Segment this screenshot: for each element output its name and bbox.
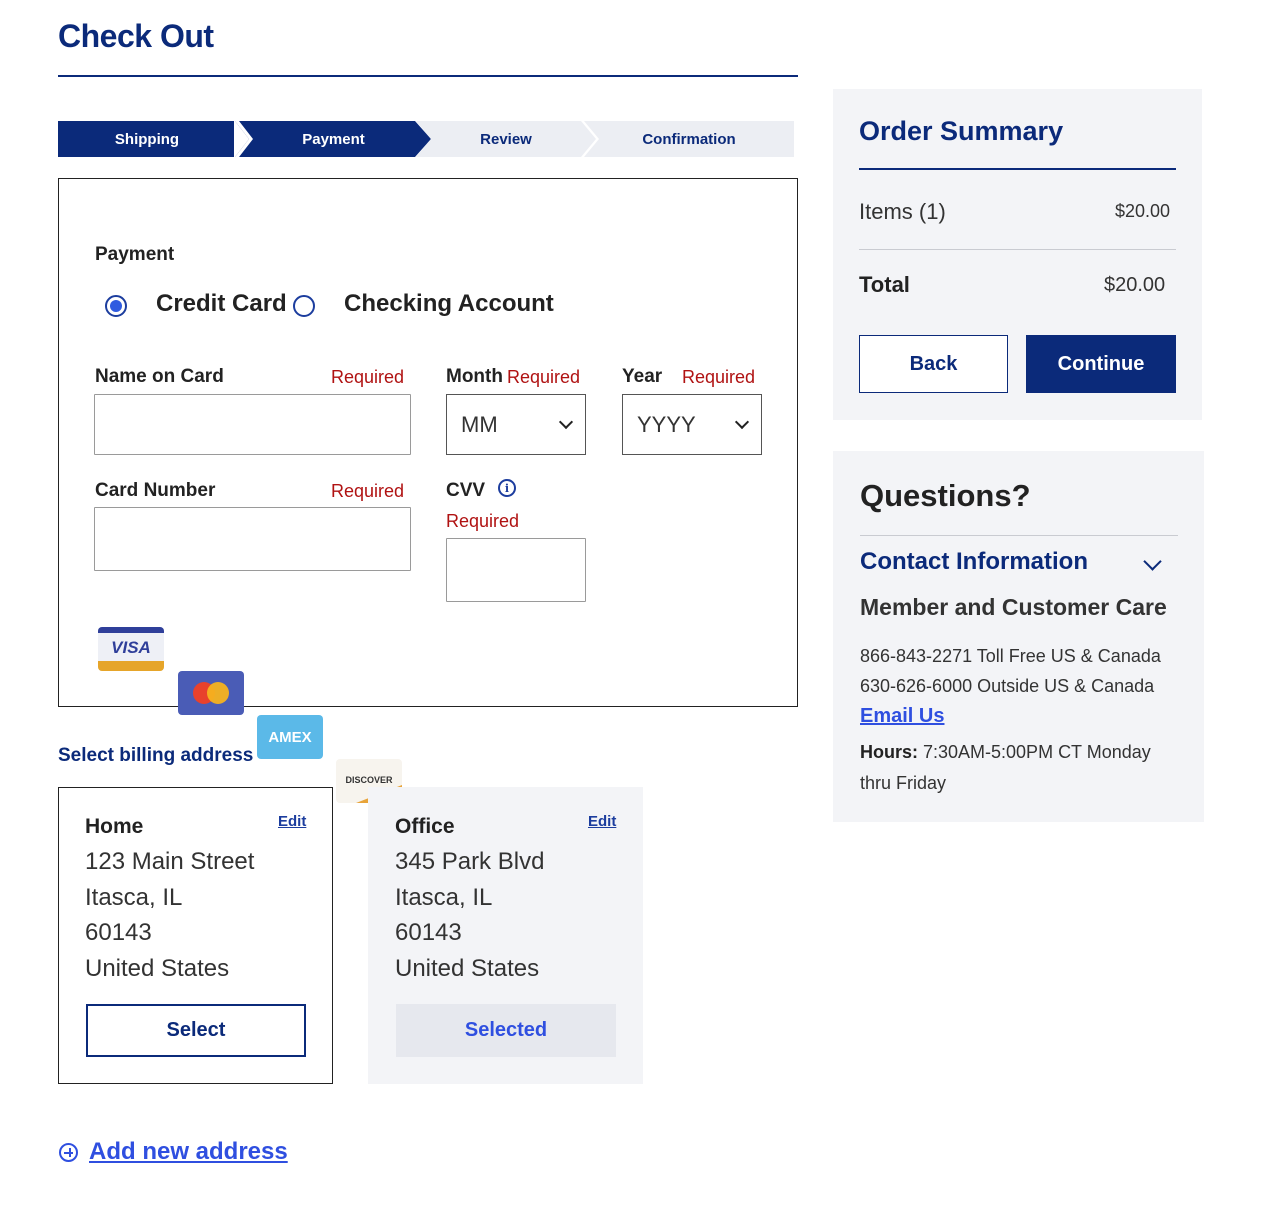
address-line: United States [395, 954, 540, 982]
amex-card-icon: AMEX [257, 715, 323, 759]
address-line: Itasca, IL [85, 883, 183, 911]
year-label: Year [622, 366, 663, 387]
step-confirmation[interactable]: Confirmation [584, 121, 794, 157]
payment-method-checking[interactable] [293, 295, 315, 317]
total-value: $20.00 [1104, 274, 1166, 296]
step-review[interactable]: Review [416, 121, 596, 157]
discover-text: DISCOVER [345, 775, 393, 785]
address-name: Home [85, 815, 144, 838]
credit-card-label[interactable]: Credit Card [156, 290, 287, 318]
month-select-value: MM [461, 411, 498, 437]
phone-outside-us: 630-626-6000 Outside US & Canada [860, 676, 1155, 696]
address-line: Itasca, IL [395, 883, 493, 911]
phone-toll-free: 866-843-2271 Toll Free US & Canada [860, 646, 1161, 666]
credit-card-radio[interactable] [105, 295, 127, 317]
customer-care-title: Member and Customer Care [860, 594, 1167, 620]
edit-address-link[interactable]: Edit [278, 813, 306, 830]
step-payment[interactable]: Payment [235, 121, 432, 157]
amex-text: AMEX [268, 728, 312, 746]
continue-button[interactable]: Continue [1026, 335, 1176, 393]
card-number-required: Required [331, 481, 405, 501]
card-number-input[interactable] [94, 507, 411, 571]
items-value: $20.00 [1115, 201, 1171, 221]
mastercard-circles [193, 682, 229, 704]
add-new-address-label[interactable]: Add new address [89, 1138, 288, 1166]
email-us-link[interactable]: Email Us [860, 705, 944, 728]
chevron-down-icon [734, 414, 750, 429]
step-label: Review [480, 130, 532, 148]
step-label: Payment [302, 130, 365, 148]
items-label: Items (1) [859, 199, 946, 224]
address-lines: 345 Park Blvd Itasca, IL 60143 United St… [395, 844, 544, 986]
plus-circle-icon [59, 1142, 78, 1162]
checking-account-label[interactable]: Checking Account [344, 290, 554, 318]
title-divider [58, 75, 798, 77]
hours-text: Hours: 7:30AM-5:00PM CT Monday thru Frid… [860, 737, 1180, 799]
year-select[interactable]: YYYY [622, 394, 762, 455]
card-number-label: Card Number [95, 480, 216, 501]
address-lines: 123 Main Street Itasca, IL 60143 United … [85, 844, 254, 986]
name-on-card-label: Name on Card [95, 366, 224, 387]
month-label: Month [446, 366, 503, 387]
address-line: 123 Main Street [85, 848, 255, 875]
name-on-card-input[interactable] [94, 394, 411, 455]
address-line: 60143 [85, 919, 152, 946]
mastercard-card-icon [178, 671, 244, 715]
month-select[interactable]: MM [446, 394, 586, 455]
back-button[interactable]: Back [859, 335, 1008, 393]
address-line: 60143 [395, 919, 462, 946]
visa-text: VISA [111, 638, 151, 657]
billing-title: Select billing address [58, 745, 254, 766]
year-select-value: YYYY [637, 411, 696, 437]
year-required: Required [682, 367, 756, 387]
payment-heading: Payment [95, 244, 175, 265]
payment-method-credit-card[interactable] [105, 295, 127, 317]
questions-title: Questions? [860, 478, 1031, 513]
select-address-button[interactable]: Select [86, 1004, 306, 1057]
cvv-label: CVV [446, 480, 486, 501]
month-required: Required [507, 367, 581, 387]
address-line: 345 Park Blvd [395, 848, 545, 875]
questions-divider [860, 535, 1178, 536]
total-label: Total [859, 272, 910, 297]
selected-address-button[interactable]: Selected [396, 1004, 616, 1057]
cvv-input[interactable] [446, 538, 586, 602]
info-icon[interactable]: i [498, 479, 516, 497]
step-label: Shipping [114, 130, 180, 148]
step-label: Confirmation [642, 130, 736, 148]
checking-account-radio[interactable] [293, 295, 315, 317]
visa-card-icon: VISA [98, 627, 164, 671]
checkout-progress-steps: Shipping Payment Review Confirmation [58, 121, 794, 157]
name-on-card-required: Required [331, 367, 405, 387]
address-name: Office [395, 815, 455, 838]
step-shipping[interactable]: Shipping [58, 121, 236, 157]
edit-address-link[interactable]: Edit [588, 813, 616, 830]
order-summary-title: Order Summary [859, 116, 1064, 146]
add-new-address-link[interactable]: Add new address [59, 1138, 288, 1166]
cvv-required: Required [446, 511, 520, 531]
page-title: Check Out [58, 18, 214, 54]
summary-row-divider [859, 249, 1176, 250]
address-line: United States [85, 954, 230, 982]
order-summary-divider [859, 168, 1176, 170]
chevron-down-icon [558, 414, 574, 429]
radio-selected-dot [110, 300, 122, 312]
hours-label: Hours: [860, 742, 918, 762]
contact-information-toggle[interactable]: Contact Information [860, 548, 1088, 576]
